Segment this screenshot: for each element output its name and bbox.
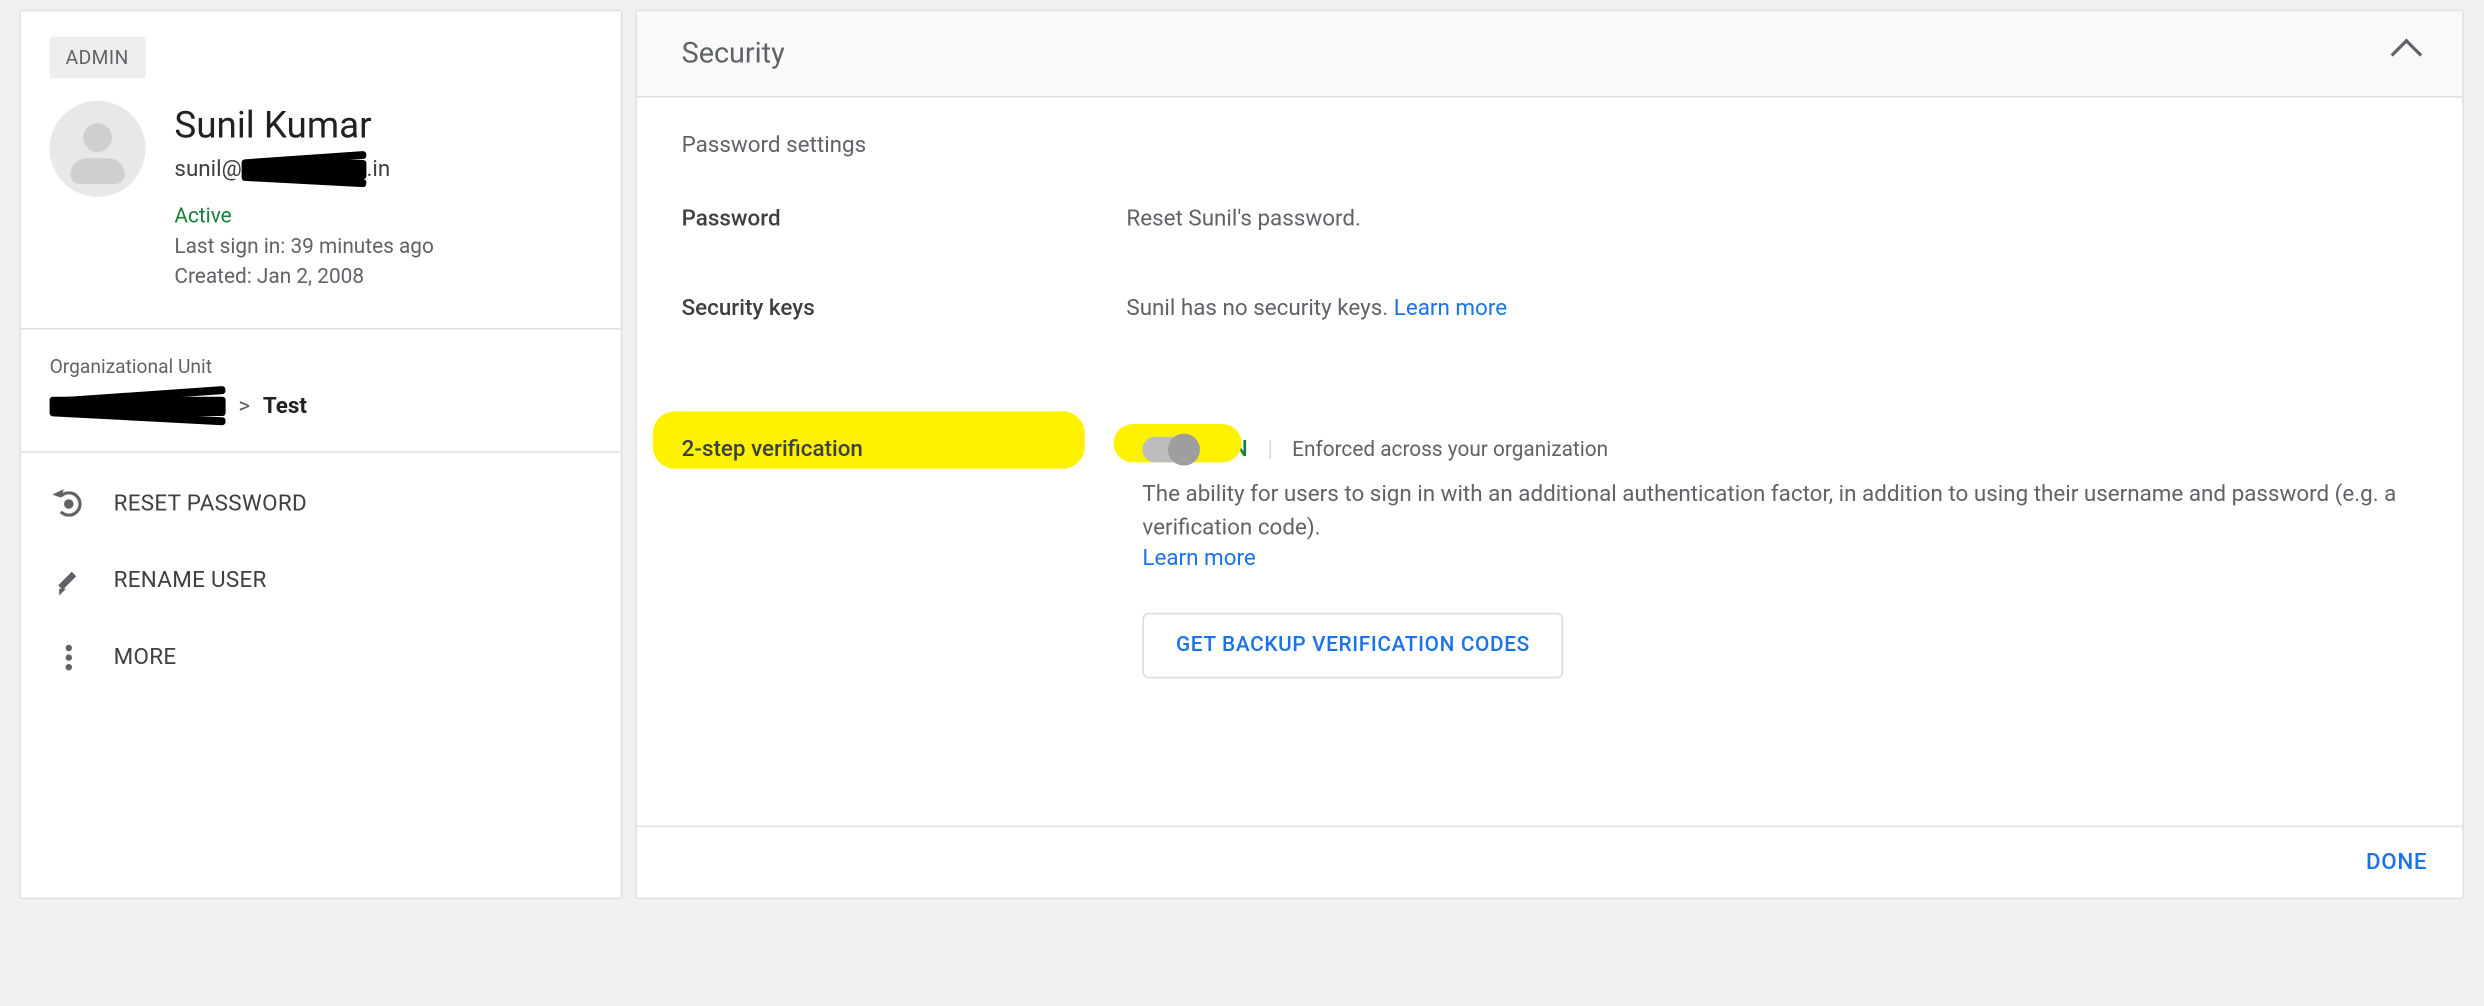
two-step-learn-more-link[interactable]: Learn more: [1142, 546, 1255, 572]
security-keys-value: Sunil has no security keys.: [1126, 296, 1393, 322]
password-value: Reset Sunil's password.: [1126, 206, 1361, 232]
more-icon: [53, 642, 85, 674]
panel-header[interactable]: Security: [637, 11, 2463, 97]
password-row[interactable]: Password Reset Sunil's password.: [682, 206, 2418, 232]
rename-user-label: RENAME USER: [114, 568, 267, 594]
reset-icon: [53, 488, 85, 520]
two-step-description: The ability for users to sign in with an…: [1142, 478, 2417, 545]
admin-badge: ADMIN: [50, 37, 145, 79]
security-panel: Security Password settings Password Rese…: [635, 10, 2464, 900]
reset-password-button[interactable]: RESET PASSWORD: [21, 466, 621, 543]
two-step-enforced: Enforced across your organization: [1292, 438, 1608, 462]
avatar: [50, 101, 146, 197]
password-settings-heading: Password settings: [682, 133, 2418, 159]
org-unit-leaf: Test: [263, 394, 307, 420]
org-unit-label: Organizational Unit: [50, 355, 592, 377]
more-label: MORE: [114, 645, 177, 671]
security-keys-learn-more-link[interactable]: Learn more: [1394, 296, 1507, 322]
org-unit-path: > Test: [50, 394, 592, 420]
email-prefix: sunil@: [174, 157, 241, 183]
created-date: Created: Jan 2, 2008: [174, 266, 433, 290]
last-signin: Last sign in: 39 minutes ago: [174, 235, 433, 259]
rename-user-button[interactable]: RENAME USER: [21, 542, 621, 619]
security-keys-label: Security keys: [682, 296, 1127, 322]
status-active: Active: [174, 205, 433, 229]
vertical-separator: |: [1268, 437, 1273, 463]
panel-title: Security: [682, 37, 785, 71]
panel-footer: DONE: [637, 826, 2463, 898]
user-name: Sunil Kumar: [174, 104, 433, 147]
password-label: Password: [682, 206, 1127, 232]
more-button[interactable]: MORE: [21, 619, 621, 696]
done-button[interactable]: DONE: [2366, 850, 2427, 876]
breadcrumb-separator: >: [238, 394, 250, 420]
chevron-up-icon[interactable]: [2391, 38, 2423, 70]
profile-card: ADMIN Sunil Kumar sunil@ .in Active Last …: [19, 10, 622, 900]
backup-codes-button[interactable]: GET BACKUP VERIFICATION CODES: [1142, 613, 1563, 679]
email-suffix: .in: [367, 157, 391, 183]
user-email: sunil@ .in: [174, 157, 433, 183]
two-step-toggle[interactable]: [1142, 437, 1196, 463]
reset-password-label: RESET PASSWORD: [114, 491, 307, 517]
redacted-icon: [242, 160, 367, 179]
security-keys-row[interactable]: Security keys Sunil has no security keys…: [682, 296, 2418, 322]
two-step-label: 2-step verification: [682, 437, 863, 463]
two-step-verification-row: 2-step verification ON | Enforced across…: [682, 430, 2418, 684]
redacted-icon: [50, 397, 226, 416]
pencil-icon: [53, 565, 85, 597]
